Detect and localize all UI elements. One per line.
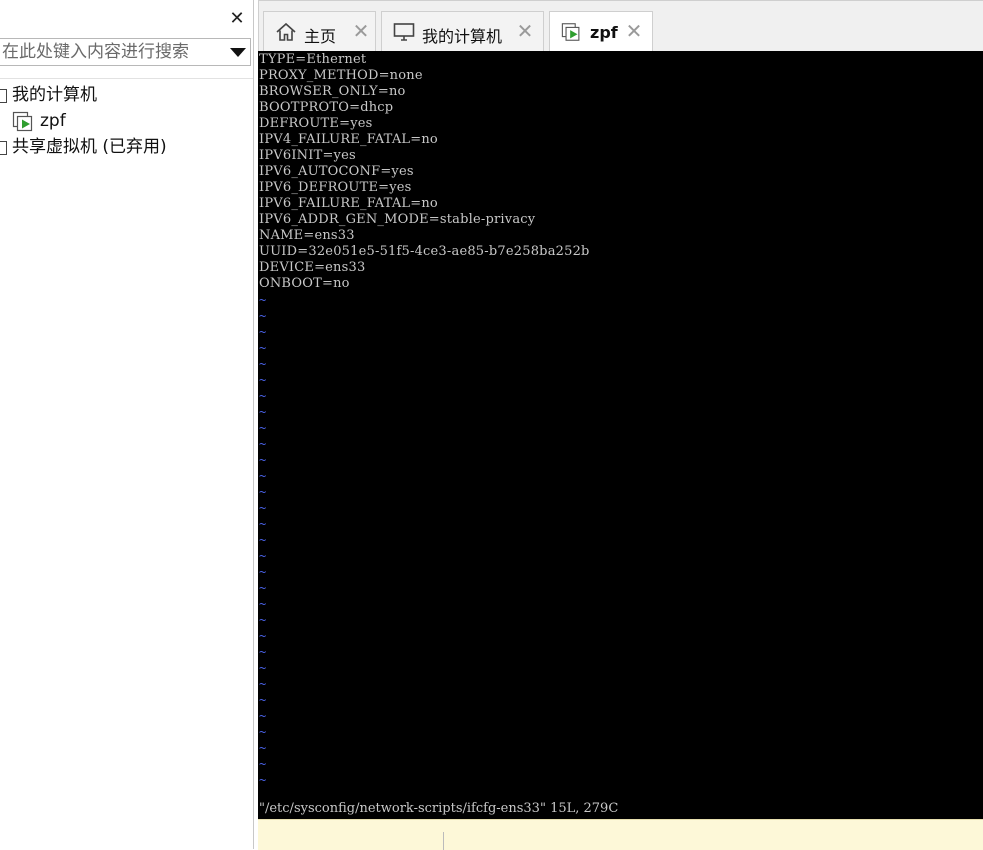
tab-label: 我的计算机 [422, 27, 503, 46]
empty-line-tilde: ~ [259, 389, 267, 403]
tree-item-label: 我的计算机 [12, 85, 97, 105]
empty-line-tilde: ~ [259, 405, 267, 419]
config-line: TYPE=Ethernet [259, 52, 367, 67]
empty-line-tilde: ~ [259, 469, 267, 483]
vm-running-icon [12, 111, 33, 132]
library-sidebar: ✕ 我的计算机 zpf 共享虚拟机 (已弃用) [0, 0, 254, 849]
config-line: DEVICE=ens33 [259, 260, 366, 275]
library-search[interactable] [0, 38, 251, 66]
config-line: IPV4_FAILURE_FATAL=no [259, 132, 438, 147]
home-icon [276, 22, 296, 41]
empty-line-tilde: ~ [259, 517, 267, 531]
tab-label: 主页 [304, 27, 337, 46]
config-line: DEFROUTE=yes [259, 116, 373, 131]
empty-line-tilde: ~ [259, 773, 267, 787]
empty-line-tilde: ~ [259, 757, 267, 771]
tree-item-my-computer[interactable]: 我的计算机 [0, 83, 250, 107]
empty-line-tilde: ~ [259, 629, 267, 643]
config-line: BROWSER_ONLY=no [259, 84, 406, 99]
tab-label: zpf [590, 23, 618, 42]
tree-item-label: zpf [40, 111, 66, 131]
computer-icon [0, 89, 7, 103]
monitor-icon [393, 23, 415, 41]
search-dropdown-icon[interactable] [230, 48, 246, 57]
config-line: PROXY_METHOD=none [259, 68, 423, 83]
tree-item-shared-vms[interactable]: 共享虚拟机 (已弃用) [0, 135, 250, 159]
empty-line-tilde: ~ [259, 437, 267, 451]
empty-line-tilde: ~ [259, 709, 267, 723]
empty-line-tilde: ~ [259, 677, 267, 691]
empty-line-tilde: ~ [259, 725, 267, 739]
tab-bar: 主页 ✕ 我的计算机 ✕ zpf ✕ [258, 0, 983, 53]
empty-line-tilde: ~ [259, 581, 267, 595]
empty-line-tilde: ~ [259, 485, 267, 499]
empty-line-tilde: ~ [259, 533, 267, 547]
empty-line-tilde: ~ [259, 341, 267, 355]
empty-line-tilde: ~ [259, 357, 267, 371]
divider [0, 78, 253, 79]
hint-bar [258, 819, 983, 850]
config-line: IPV6INIT=yes [259, 148, 356, 163]
divider [443, 832, 444, 850]
tab-zpf[interactable]: zpf ✕ [549, 11, 653, 53]
empty-line-tilde: ~ [259, 549, 267, 563]
config-line: UUID=32e051e5-51f5-4ce3-ae85-b7e258ba252… [259, 244, 590, 259]
tab-my-computer[interactable]: 我的计算机 ✕ [381, 11, 544, 52]
empty-line-tilde: ~ [259, 645, 267, 659]
close-tab-icon[interactable]: ✕ [352, 21, 370, 41]
empty-line-tilde: ~ [259, 421, 267, 435]
empty-line-tilde: ~ [259, 693, 267, 707]
empty-line-tilde: ~ [259, 597, 267, 611]
config-line: IPV6_DEFROUTE=yes [259, 180, 412, 195]
empty-line-tilde: ~ [259, 661, 267, 675]
close-tab-icon[interactable]: ✕ [516, 21, 534, 41]
config-line: IPV6_FAILURE_FATAL=no [259, 196, 438, 211]
empty-line-tilde: ~ [259, 325, 267, 339]
vi-status-line: "/etc/sysconfig/network-scripts/ifcfg-en… [259, 801, 619, 816]
tab-home[interactable]: 主页 ✕ [263, 11, 376, 52]
config-line: NAME=ens33 [259, 228, 355, 243]
close-tab-icon[interactable]: ✕ [625, 21, 643, 41]
tree-item-zpf[interactable]: zpf [0, 109, 250, 133]
empty-line-tilde: ~ [259, 293, 267, 307]
shared-vm-icon [0, 141, 7, 155]
empty-line-tilde: ~ [259, 741, 267, 755]
vm-console[interactable]: "/etc/sysconfig/network-scripts/ifcfg-en… [258, 51, 983, 819]
empty-line-tilde: ~ [259, 373, 267, 387]
empty-line-tilde: ~ [259, 613, 267, 627]
config-line: BOOTPROTO=dhcp [259, 100, 394, 115]
config-line: IPV6_AUTOCONF=yes [259, 164, 414, 179]
search-input[interactable] [0, 39, 222, 65]
empty-line-tilde: ~ [259, 309, 267, 323]
empty-line-tilde: ~ [259, 501, 267, 515]
config-line: IPV6_ADDR_GEN_MODE=stable-privacy [259, 212, 536, 227]
tree-item-label: 共享虚拟机 (已弃用) [12, 137, 167, 157]
empty-line-tilde: ~ [259, 565, 267, 579]
config-line: ONBOOT=no [259, 276, 350, 291]
vm-running-icon [561, 23, 580, 41]
close-sidebar-icon[interactable]: ✕ [228, 9, 246, 29]
empty-line-tilde: ~ [259, 453, 267, 467]
